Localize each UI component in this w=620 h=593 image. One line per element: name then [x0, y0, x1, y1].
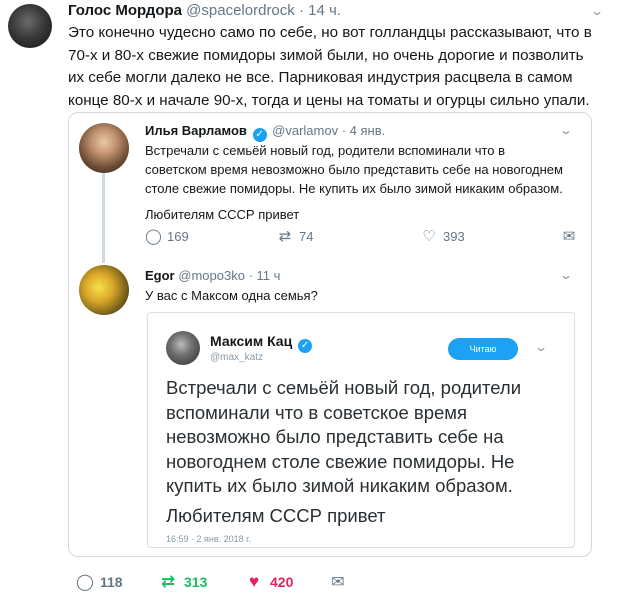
- varlamov-reply-count: 169: [167, 228, 189, 244]
- varlamov-text2: Любителям СССР привет: [145, 207, 300, 222]
- tweet-menu-chevron-down-icon[interactable]: ⌄: [590, 4, 604, 18]
- egor-text: У вас с Максом одна семья?: [145, 288, 318, 303]
- egor-menu-chevron-down-icon[interactable]: ⌄: [559, 268, 573, 282]
- varlamov-avatar[interactable]: [79, 123, 129, 173]
- tweet-time[interactable]: · 14 ч.: [299, 2, 341, 19]
- varlamov-time[interactable]: · 4 янв.: [342, 123, 386, 138]
- reply-icon: ◯: [76, 574, 94, 591]
- dm-button[interactable]: ✉: [330, 572, 346, 592]
- quoted-tweet-card[interactable]: Илья Варламов ✓ @varlamov · 4 янв. ⌄ Вст…: [68, 112, 592, 557]
- verified-badge-icon: ✓: [252, 128, 267, 142]
- egor-header: Egor @moро3ko · 11 ч: [145, 268, 280, 283]
- author-avatar[interactable]: [8, 4, 52, 48]
- varlamov-menu-chevron-down-icon[interactable]: ⌄: [559, 123, 573, 137]
- varlamov-retweet-count: 74: [299, 228, 314, 244]
- katz-text2: Любителям СССР привет: [166, 505, 386, 526]
- thread-line: [102, 173, 105, 263]
- author-handle[interactable]: @spacelordrock: [186, 2, 295, 19]
- like-icon: ♡: [422, 228, 436, 245]
- embedded-screenshot: Максим Кац ✓ @max_katz Читаю ⌄ Встречали…: [147, 312, 575, 548]
- envelope-icon: ✉: [331, 574, 345, 591]
- varlamov-header: Илья Варламов ✓ @varlamov · 4 янв.: [145, 123, 385, 142]
- reply-count: 118: [100, 574, 123, 590]
- katz-menu-chevron-down-icon: ⌄: [533, 340, 549, 354]
- katz-name: Максим Кац ✓: [210, 333, 314, 353]
- retweet-icon: ⇄: [278, 228, 292, 245]
- heart-icon: ♥: [248, 572, 260, 591]
- reply-button[interactable]: ◯ 118: [76, 572, 123, 592]
- varlamov-retweet-button[interactable]: ⇄ 74: [277, 227, 314, 245]
- verified-badge-icon: ✓: [298, 339, 313, 353]
- following-button: Читаю: [448, 338, 518, 360]
- varlamov-name[interactable]: Илья Варламов: [145, 123, 247, 138]
- varlamov-reply-button[interactable]: ◯ 169: [145, 227, 189, 245]
- retweet-icon: ⇄: [160, 572, 176, 591]
- katz-handle: @max_katz: [210, 352, 263, 363]
- katz-avatar: [166, 331, 200, 365]
- retweet-count: 313: [184, 574, 208, 590]
- retweet-button[interactable]: ⇄ 313: [160, 572, 207, 592]
- varlamov-dm-button[interactable]: ✉: [561, 227, 577, 245]
- tweet-header: Голос Мордора @spacelordrock · 14 ч.: [68, 2, 341, 19]
- varlamov-handle[interactable]: @varlamov: [272, 123, 338, 138]
- like-button[interactable]: ♥ 420: [246, 572, 293, 592]
- katz-text: Встречали с семьёй новый год, родители в…: [166, 377, 522, 496]
- varlamov-like-button[interactable]: ♡ 393: [421, 227, 465, 245]
- varlamov-like-count: 393: [443, 228, 465, 244]
- reply-icon: ◯: [145, 228, 162, 245]
- varlamov-text: Встречали с семьёй новый год, родители в…: [145, 143, 563, 196]
- egor-avatar[interactable]: [79, 265, 129, 315]
- egor-name[interactable]: Egor: [145, 268, 175, 283]
- tweet-text: Это конечно чудесно само по себе, но вот…: [68, 24, 592, 109]
- egor-handle[interactable]: @moро3ko: [178, 268, 245, 283]
- author-name[interactable]: Голос Мордора: [68, 2, 182, 19]
- egor-time[interactable]: · 11 ч: [249, 268, 281, 283]
- katz-date: 16:59 · 2 янв. 2018 г.: [166, 534, 251, 544]
- envelope-icon: ✉: [562, 228, 576, 245]
- like-count: 420: [270, 574, 294, 590]
